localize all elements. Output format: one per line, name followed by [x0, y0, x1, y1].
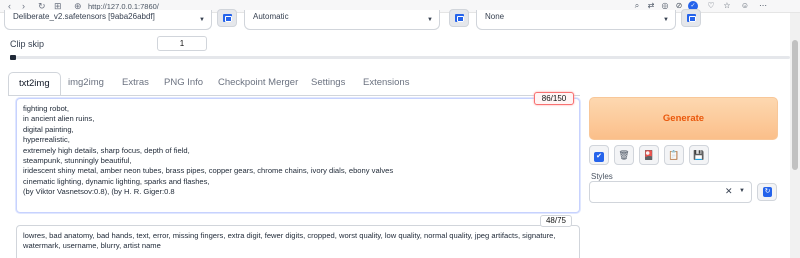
- paste-button[interactable]: 📋: [664, 145, 684, 165]
- clear-icon[interactable]: ✕: [725, 186, 733, 197]
- paste-icon: 📋: [668, 150, 680, 160]
- save-style-icon: 💾: [693, 150, 705, 160]
- tab-png-info[interactable]: PNG Info: [154, 72, 213, 96]
- clip-skip-input[interactable]: 1: [157, 36, 207, 51]
- trash-icon: 🗑: [618, 150, 630, 160]
- chevron-down-icon: ▼: [199, 17, 205, 23]
- hypernetwork-select[interactable]: None ▼: [476, 10, 676, 30]
- extra-networks-button[interactable]: 🎴: [639, 145, 659, 165]
- tab-img2img[interactable]: img2img: [58, 72, 114, 96]
- interrupt-icon: ✔: [590, 146, 608, 164]
- prompt-line: digital painting,: [23, 124, 74, 134]
- refresh-icon: [687, 14, 696, 22]
- prompt-line: cinematic lighting, dynamic lighting, sp…: [23, 176, 210, 186]
- vae-select[interactable]: Automatic ▼: [244, 10, 440, 30]
- negative-prompt-line: watermark, username, blurry, artist name: [23, 241, 161, 251]
- tab-checkpoint-merger[interactable]: Checkpoint Merger: [208, 72, 308, 96]
- scrollbar-thumb[interactable]: [792, 40, 798, 170]
- prompt-line: in ancient alien ruins,: [23, 114, 95, 124]
- negative-prompt-line: lowres, bad anatomy, bad hands, text, er…: [23, 231, 556, 240]
- chevron-down-icon: ▼: [427, 17, 433, 23]
- chevron-down-icon: ▼: [663, 17, 669, 23]
- clear-prompt-button[interactable]: 🗑: [614, 145, 634, 165]
- refresh-vae-button[interactable]: [449, 9, 469, 27]
- clip-skip-slider[interactable]: [10, 56, 790, 59]
- vae-value: Automatic: [253, 12, 289, 21]
- heart-icon[interactable]: ♡: [706, 1, 716, 11]
- clip-skip-slider-thumb[interactable]: [10, 55, 16, 60]
- menu-icon[interactable]: ⋯: [758, 1, 768, 11]
- prompt-line: iridescent shiny metal, amber neon tubes…: [23, 166, 394, 176]
- refresh-icon: [455, 14, 464, 22]
- prompt-line: (by Viktor Vasnetsov:0.8), (by H. R. Gig…: [23, 187, 175, 197]
- clip-skip-label: Clip skip: [10, 39, 45, 49]
- refresh-hypernetwork-button[interactable]: [681, 9, 701, 27]
- hypernetwork-value: None: [485, 12, 505, 21]
- extra-networks-icon: 🎴: [643, 150, 655, 160]
- prompt-token-counter: 86/150: [534, 92, 574, 105]
- refresh-icon: [223, 14, 232, 22]
- refresh-checkpoint-button[interactable]: [217, 9, 237, 27]
- tab-settings[interactable]: Settings: [301, 72, 355, 96]
- apply-style-button[interactable]: ↻: [757, 183, 777, 201]
- profile-icon[interactable]: ☺: [740, 1, 750, 11]
- tab-txt2img[interactable]: txt2img: [8, 72, 61, 96]
- chevron-down-icon[interactable]: ▼: [739, 188, 745, 194]
- tab-extras[interactable]: Extras: [112, 72, 159, 96]
- tabs-divider: [8, 95, 580, 96]
- save-style-button[interactable]: 💾: [689, 145, 709, 165]
- checkpoint-value: Deliberate_v2.safetensors [9aba26abdf]: [13, 12, 155, 21]
- bookmark-icon[interactable]: ☆: [722, 1, 732, 11]
- styles-label: Styles: [591, 172, 613, 181]
- negative-token-counter: 48/75: [540, 215, 572, 227]
- prompt-line: extremely high details, sharp focus, dep…: [23, 145, 190, 155]
- negative-prompt-textarea[interactable]: lowres, bad anatomy, bad hands, text, er…: [16, 225, 580, 258]
- generate-button[interactable]: Generate: [589, 97, 778, 140]
- prompt-line: hyperrealistic,: [23, 135, 70, 145]
- tab-extensions[interactable]: Extensions: [353, 72, 419, 96]
- prompt-line: steampunk, stunningly beautiful,: [23, 156, 132, 166]
- prompt-line: fighting robot,: [23, 104, 70, 113]
- prompt-textarea[interactable]: fighting robot, in ancient alien ruins, …: [16, 98, 580, 213]
- checkpoint-select[interactable]: Deliberate_v2.safetensors [9aba26abdf] ▼: [4, 10, 212, 30]
- apply-style-icon: ↻: [763, 187, 772, 197]
- interrupt-button[interactable]: ✔: [589, 145, 609, 165]
